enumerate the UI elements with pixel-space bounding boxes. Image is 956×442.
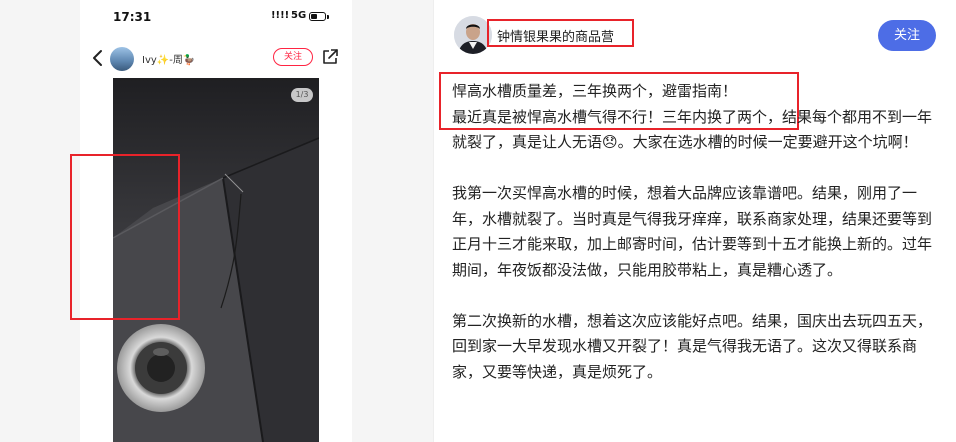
post-body: 悍高水槽质量差，三年换两个，避雷指南！ 最近真是被悍高水槽气得不行！三年内换了两… — [452, 79, 938, 385]
signal-icon: !!!! — [271, 10, 290, 21]
phone-screenshot: 17:31 !!!! 5G Ivy✨-周🦆 关注 1/3 — [80, 0, 352, 442]
avatar[interactable] — [110, 47, 134, 71]
follow-button[interactable]: 关注 — [878, 20, 936, 51]
image-counter: 1/3 — [291, 88, 313, 102]
author-avatar-illustration — [454, 16, 492, 54]
post-content-panel: 钟情银果果的商品营 关注 悍高水槽质量差，三年换两个，避雷指南！ 最近真是被悍高… — [433, 0, 956, 442]
follow-button-small[interactable]: 关注 — [273, 48, 313, 66]
author-name[interactable]: 钟情银果果的商品营 — [497, 26, 614, 45]
share-icon[interactable] — [321, 48, 339, 66]
post-paragraph-2: 我第一次买悍高水槽的时候，想着大品牌应该靠谱吧。结果，刚用了一年，水槽就裂了。当… — [452, 184, 933, 279]
sink-photo[interactable]: 1/3 — [113, 78, 319, 442]
author-avatar[interactable] — [454, 16, 492, 54]
username[interactable]: Ivy✨-周🦆 — [142, 51, 195, 66]
status-time: 17:31 — [113, 10, 152, 24]
sink-photo-illustration — [113, 78, 319, 442]
post-nav-bar: Ivy✨-周🦆 关注 — [80, 40, 352, 76]
network-label: 5G — [291, 10, 307, 21]
status-bar: 17:31 !!!! 5G — [80, 0, 352, 36]
back-icon[interactable] — [90, 47, 106, 69]
post-paragraph-3: 第二次换新的水槽，想着这次应该能好点吧。结果，国庆出去玩四五天，回到家一大早发现… — [452, 311, 933, 381]
post-title: 悍高水槽质量差，三年换两个，避雷指南！ — [452, 82, 738, 100]
post-paragraph-1: 最近真是被悍高水槽气得不行！三年内换了两个，结果每个都用不到一年就裂了，真是让人… — [452, 107, 933, 152]
battery-tip — [327, 15, 329, 19]
battery-icon — [309, 12, 326, 21]
